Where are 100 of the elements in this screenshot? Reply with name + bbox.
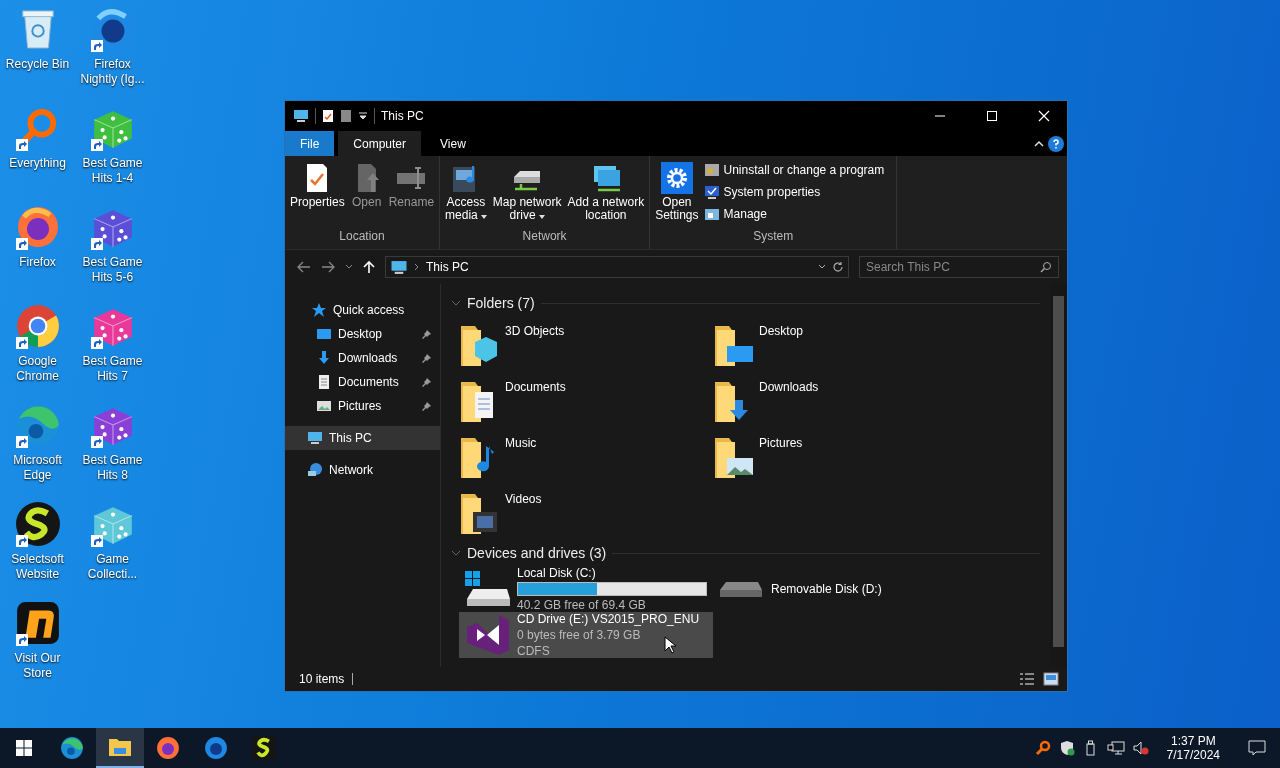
firefox-icon[interactable] bbox=[15, 205, 60, 249]
checked-page-icon[interactable] bbox=[322, 109, 334, 123]
page-icon[interactable] bbox=[340, 109, 352, 123]
drive-icon bbox=[719, 580, 763, 598]
refresh-icon[interactable] bbox=[832, 261, 844, 273]
network-icon[interactable] bbox=[1106, 740, 1125, 756]
back-arrow-icon[interactable] bbox=[297, 261, 311, 273]
pin-icon[interactable] bbox=[422, 353, 432, 363]
desktop-icon-label[interactable]: Visit Our Store bbox=[0, 651, 75, 681]
edge-icon bbox=[60, 736, 84, 760]
maximize-icon[interactable] bbox=[986, 110, 998, 122]
address-bar[interactable]: This PC bbox=[385, 256, 849, 278]
ribbon-button[interactable]: Properties bbox=[287, 160, 348, 211]
status-item-count: 10 items bbox=[299, 672, 345, 686]
program-box-icon bbox=[703, 162, 720, 178]
drive-free-space: 40.2 GB free of 69.4 GB bbox=[517, 598, 646, 612]
ribbon-button[interactable]: System properties bbox=[701, 182, 887, 202]
folder-item[interactable]: Desktop bbox=[713, 316, 967, 372]
desktop-icon-label[interactable]: Best Game Hits 8 bbox=[75, 453, 150, 483]
pin-icon[interactable] bbox=[422, 329, 432, 339]
collapse-ribbon-icon[interactable] bbox=[1034, 139, 1044, 148]
nav-item[interactable]: Downloads bbox=[285, 346, 440, 370]
drive-free-space: 0 bytes free of 3.79 GB bbox=[517, 628, 641, 642]
desktop-icon-label[interactable]: Firefox Nightly (Ig... bbox=[75, 57, 150, 87]
nav-item[interactable]: Documents bbox=[285, 370, 440, 394]
ribbon-group-label: Network bbox=[521, 228, 568, 245]
caret-icon[interactable] bbox=[358, 111, 368, 121]
shield-icon[interactable] bbox=[1058, 740, 1075, 756]
edge-icon[interactable] bbox=[14, 402, 61, 448]
drive-item[interactable]: Local Disk (C:) 40.2 GB free of 69.4 GB bbox=[459, 566, 713, 612]
up-arrow-icon[interactable] bbox=[363, 260, 375, 274]
notification-icon[interactable] bbox=[1248, 740, 1266, 756]
close-icon[interactable] bbox=[1038, 110, 1050, 122]
computer-icon bbox=[307, 430, 323, 446]
folder-item[interactable]: Documents bbox=[459, 372, 713, 428]
volume-muted-icon[interactable] bbox=[1132, 740, 1149, 756]
ribbon-button[interactable]: Open Settings bbox=[652, 160, 702, 224]
folder-item[interactable]: Pictures bbox=[713, 428, 967, 484]
desktop-icon-label[interactable]: Selectsoft Website bbox=[0, 552, 75, 582]
ribbon-group-label: System bbox=[752, 228, 795, 245]
pin-icon[interactable] bbox=[422, 401, 432, 411]
nav-item[interactable]: Pictures bbox=[285, 394, 440, 418]
ribbon-button[interactable]: Access media bbox=[442, 160, 490, 224]
windows-logo-icon bbox=[16, 740, 32, 756]
desktop-icon-label[interactable]: Microsoft Edge bbox=[0, 453, 75, 483]
desktop-icon-label[interactable]: Recycle Bin bbox=[0, 57, 75, 72]
ribbon-button[interactable]: Add a network location bbox=[564, 160, 648, 224]
ribbon-button-label: Add a network location bbox=[567, 196, 645, 222]
desktop-icon-label[interactable]: Google Chrome bbox=[0, 354, 75, 384]
mouse-pointer-icon bbox=[664, 636, 676, 654]
chevron-down-icon[interactable] bbox=[818, 264, 826, 270]
drive-filesystem: CDFS bbox=[517, 644, 550, 658]
help-icon[interactable] bbox=[1048, 135, 1064, 152]
clock[interactable]: 1:37 PM 7/17/2024 bbox=[1156, 734, 1230, 762]
search-field[interactable]: Search This PC bbox=[859, 256, 1059, 278]
folder-item[interactable]: Videos bbox=[459, 484, 713, 540]
folder-item[interactable]: Downloads bbox=[713, 372, 967, 428]
nav-item[interactable]: This PC bbox=[285, 426, 440, 450]
magnifier-icon[interactable] bbox=[1034, 740, 1051, 756]
ribbon-button-label: Open bbox=[352, 196, 382, 209]
selectsoft-logo-icon[interactable] bbox=[14, 501, 61, 547]
drive-item[interactable]: Removable Disk (D:) bbox=[713, 566, 967, 612]
firefox-icon bbox=[156, 736, 180, 760]
folder-icon bbox=[108, 737, 132, 757]
ribbon-button[interactable]: Manage bbox=[701, 204, 887, 224]
ribbon-tab[interactable]: File bbox=[285, 131, 335, 156]
ribbon-button-label: Properties bbox=[290, 196, 345, 209]
forward-arrow-icon[interactable] bbox=[321, 261, 335, 273]
picture-icon bbox=[316, 398, 332, 414]
desktop-icon-label[interactable]: Best Game Hits 7 bbox=[75, 354, 150, 384]
nav-item[interactable]: Quick access bbox=[285, 298, 440, 322]
nav-item[interactable]: Network bbox=[285, 458, 440, 482]
large-icons-view-icon[interactable] bbox=[1043, 672, 1059, 686]
desktop-icon-label[interactable]: Game Collecti... bbox=[75, 552, 150, 582]
section-header[interactable]: Folders (7) bbox=[467, 295, 535, 311]
folder-item[interactable]: Music bbox=[459, 428, 713, 484]
chevron-down-icon[interactable] bbox=[345, 264, 353, 270]
search-icon[interactable] bbox=[1040, 261, 1052, 273]
section-header[interactable]: Devices and drives (3) bbox=[467, 545, 607, 561]
nav-item[interactable]: Desktop bbox=[285, 322, 440, 346]
store-logo-icon[interactable] bbox=[14, 600, 61, 646]
computer-icon bbox=[703, 206, 720, 222]
pin-icon[interactable] bbox=[422, 377, 432, 387]
desktop-icon-label[interactable]: Best Game Hits 1-4 bbox=[75, 156, 150, 186]
chevron-right-icon[interactable] bbox=[414, 263, 420, 271]
details-view-icon[interactable] bbox=[1019, 672, 1035, 686]
folder-item[interactable]: 3D Objects bbox=[459, 316, 713, 372]
ribbon-button-label: Rename bbox=[388, 196, 435, 209]
desktop-icon-label[interactable]: Best Game Hits 5-6 bbox=[75, 255, 150, 285]
ribbon-tab[interactable]: View bbox=[425, 131, 481, 156]
star-icon bbox=[311, 302, 327, 318]
desktop-icon-label[interactable]: Firefox bbox=[0, 255, 75, 270]
ribbon-button[interactable]: Map network drive bbox=[489, 160, 565, 224]
taskbar-button[interactable] bbox=[96, 728, 144, 768]
chrome-icon[interactable] bbox=[14, 303, 61, 349]
ribbon-tab[interactable]: Computer bbox=[338, 131, 422, 156]
ribbon-button[interactable]: Uninstall or change a program bbox=[701, 160, 887, 180]
drive-item[interactable]: CD Drive (E:) VS2015_PRO_ENU 0 bytes free of 3.79 GB CDFS bbox=[459, 612, 713, 658]
down-arrow-icon bbox=[316, 350, 332, 366]
ribbon-button-label: Map network drive bbox=[492, 196, 562, 222]
